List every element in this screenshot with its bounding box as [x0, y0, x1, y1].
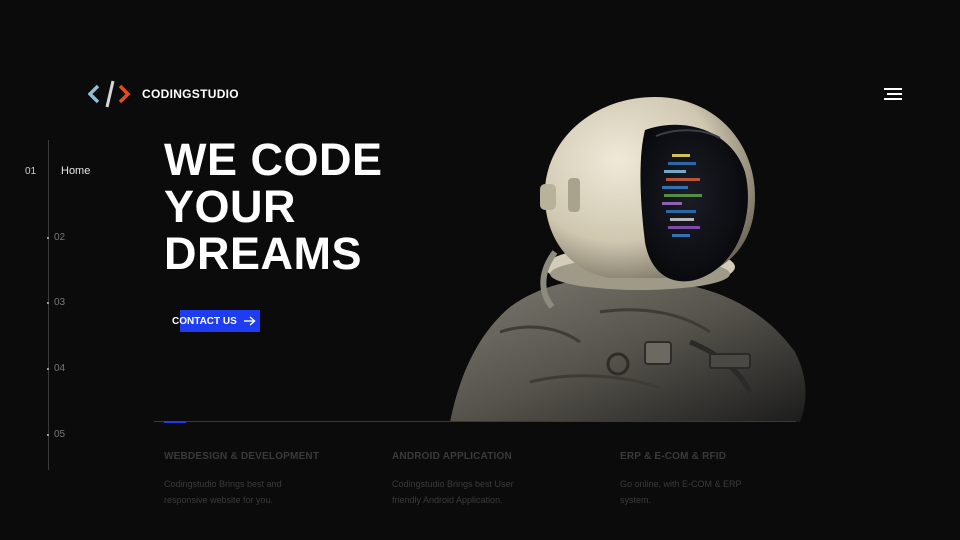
service-title: ERP & E-COM & RFID	[620, 451, 727, 462]
nav-item-03[interactable]: 03	[54, 297, 65, 308]
service-desc: Go online, with E-COM & ERP system.	[620, 476, 820, 508]
nav-number-active[interactable]: 01	[25, 166, 36, 177]
headline-line-1: WE CODE	[164, 134, 383, 185]
service-android[interactable]: ANDROID APPLICATION Codingstudio Brings …	[392, 451, 592, 508]
service-desc: Codingstudio Brings best User friendly A…	[392, 476, 592, 508]
service-desc-line: system.	[620, 495, 652, 505]
nav-dot	[47, 368, 49, 370]
arrow-right-icon	[243, 316, 256, 326]
nav-dot	[47, 237, 49, 239]
section-divider	[154, 421, 796, 422]
service-desc-line: Codingstudio Brings best User	[392, 479, 514, 489]
astronaut-illustration	[450, 97, 806, 422]
side-nav-line	[48, 140, 49, 470]
nav-dot	[47, 302, 49, 304]
nav-item-02[interactable]: 02	[54, 232, 65, 243]
service-erp[interactable]: ERP & E-COM & RFID Go online, with E-COM…	[620, 451, 820, 508]
hero-headline: WE CODE YOUR DREAMS	[164, 136, 383, 277]
code-brackets-icon	[88, 80, 131, 108]
divider-active-indicator	[164, 421, 186, 423]
service-desc-line: responsive website for you.	[164, 495, 274, 505]
hamburger-menu-icon[interactable]	[884, 86, 904, 102]
service-title: WEBDESIGN & DEVELOPMENT	[164, 451, 320, 462]
service-desc: Codingstudio Brings best and responsive …	[164, 476, 364, 508]
headline-line-2: YOUR	[164, 181, 297, 232]
contact-us-label: CONTACT US	[172, 315, 237, 327]
service-desc-line: friendly Android Application.	[392, 495, 503, 505]
contact-us-button[interactable]: CONTACT US	[170, 310, 260, 332]
nav-item-04[interactable]: 04	[54, 363, 65, 374]
service-webdesign[interactable]: WEBDESIGN & DEVELOPMENT Codingstudio Bri…	[164, 451, 364, 508]
service-title: ANDROID APPLICATION	[392, 451, 512, 462]
service-desc-line: Codingstudio Brings best and	[164, 479, 282, 489]
service-desc-line: Go online, with E-COM & ERP	[620, 479, 742, 489]
nav-item-home[interactable]: Home	[61, 165, 90, 177]
headline-line-3: DREAMS	[164, 228, 363, 279]
brand-name: CODINGSTUDIO	[142, 87, 239, 101]
brand-logo[interactable]: CODINGSTUDIO	[88, 78, 239, 110]
nav-dot	[47, 434, 49, 436]
nav-item-05[interactable]: 05	[54, 429, 65, 440]
